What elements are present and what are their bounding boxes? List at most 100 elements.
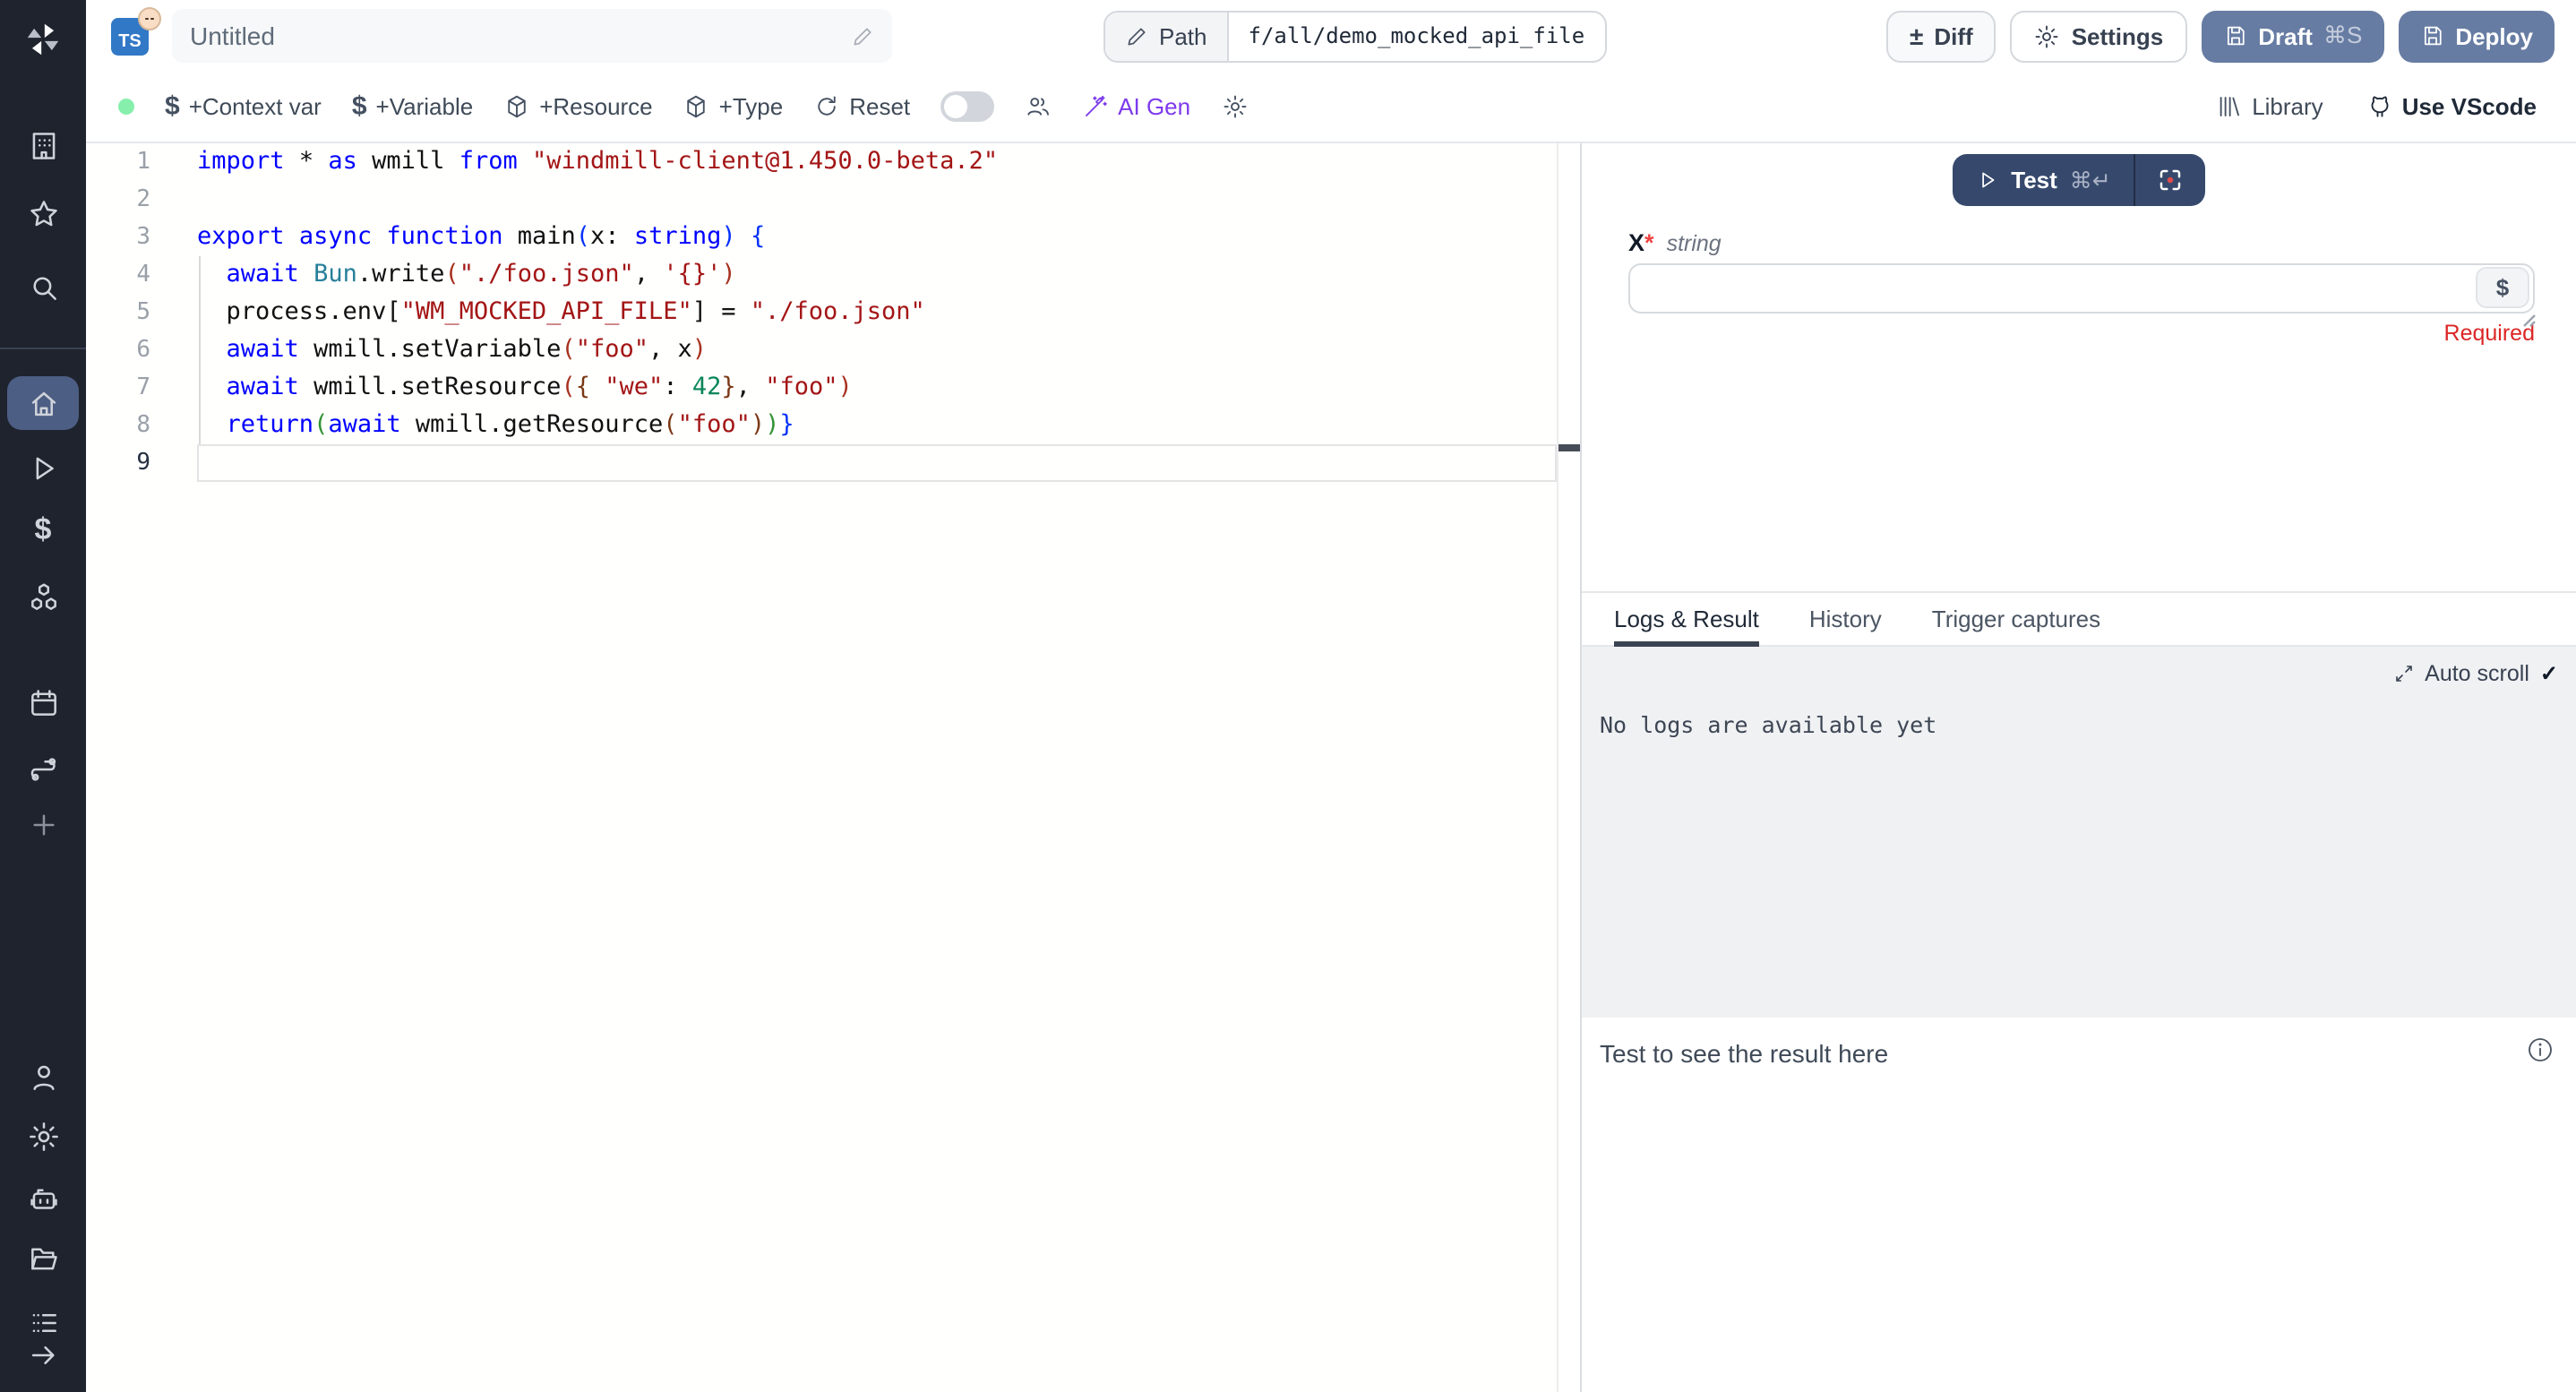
save-icon — [2222, 23, 2247, 48]
test-button-group: Test ⌘↵ — [1952, 154, 2206, 206]
auto-scroll-label[interactable]: Auto scroll — [2425, 661, 2529, 686]
code-line-5[interactable]: 5 process.env["WM_MOCKED_API_FILE"] = ".… — [86, 294, 1580, 331]
sidebar-item-user[interactable] — [7, 1050, 79, 1104]
beta-baby-emoji-icon — [138, 6, 161, 30]
sidebar-item-triggers[interactable] — [7, 742, 79, 795]
test-button[interactable]: Test ⌘↵ — [1952, 154, 2134, 206]
diff-mode-toggle[interactable] — [940, 91, 994, 122]
result-panel: Test to see the result here — [1582, 1018, 2576, 1392]
tab-trigger-captures[interactable]: Trigger captures — [1932, 593, 2100, 645]
settings-button[interactable]: Settings — [2011, 10, 2187, 62]
add-context-var-button[interactable]: $ +Context var — [165, 91, 322, 122]
arg-input-wrap: $ — [1628, 263, 2535, 314]
sidebar-item-ai-assistant[interactable] — [7, 1172, 79, 1225]
line-number: 9 — [86, 444, 197, 482]
script-path: f/all/demo_mocked_api_file — [1229, 12, 1605, 60]
sidebar-add-icon[interactable] — [7, 797, 79, 851]
info-icon[interactable] — [2526, 1035, 2555, 1073]
sidebar-item-schedules[interactable] — [7, 675, 79, 729]
package-icon — [503, 93, 530, 120]
code-line-3[interactable]: 3export async function main(x: string) { — [86, 219, 1580, 256]
windmill-script-editor: $ TS — [0, 0, 2576, 1392]
cursor-position-marker — [1558, 444, 1580, 451]
line-number: 8 — [86, 407, 197, 444]
add-resource-button[interactable]: +Resource — [503, 93, 652, 120]
sidebar-item-home[interactable] — [7, 376, 79, 430]
edit-path-button[interactable]: Path — [1105, 12, 1229, 60]
code-line-6[interactable]: 6 await wmill.setVariable("foo", x) — [86, 331, 1580, 369]
code-text: await wmill.setVariable("foo", x) — [197, 331, 1557, 369]
viewfinder-record-icon — [2158, 167, 2185, 193]
sidebar-item-variables[interactable]: $ — [7, 503, 79, 557]
edit-title-pencil-icon[interactable] — [851, 24, 874, 47]
search-icon[interactable] — [7, 260, 79, 314]
multiplayer-users-icon[interactable] — [1025, 93, 1052, 120]
sidebar: $ — [0, 0, 86, 1392]
status-green-dot — [118, 99, 134, 115]
code-line-9[interactable]: 9 — [86, 444, 1580, 482]
reset-button[interactable]: Reset — [813, 93, 910, 120]
line-number: 5 — [86, 294, 197, 331]
code-line-2[interactable]: 2 — [86, 181, 1580, 219]
test-shortcut: ⌘↵ — [2070, 167, 2111, 193]
code-lines: 1import * as wmill from "windmill-client… — [86, 143, 1580, 482]
dollar-icon: $ — [165, 91, 180, 122]
ai-gen-button[interactable]: AI Gen — [1082, 93, 1190, 120]
windmill-logo-icon[interactable] — [7, 13, 79, 66]
code-text: await wmill.setResource({ "we": 42}, "fo… — [197, 369, 1557, 407]
add-variable-button[interactable]: $ +Variable — [352, 91, 473, 122]
path-pencil-icon — [1125, 24, 1148, 47]
line-number: 1 — [86, 143, 197, 181]
sidebar-item-settings[interactable] — [7, 1109, 79, 1163]
code-text: return(await wmill.getResource("foo"))} — [197, 407, 1557, 444]
code-text: process.env["WM_MOCKED_API_FILE"] = "./f… — [197, 294, 1557, 331]
auto-scroll-checkmark[interactable]: ✓ — [2540, 661, 2558, 686]
arg-type-label: string — [1667, 231, 1722, 256]
code-line-7[interactable]: 7 await wmill.setResource({ "we": 42}, "… — [86, 369, 1580, 407]
sidebar-expand-arrow-icon[interactable] — [7, 1328, 79, 1381]
code-text: export async function main(x: string) { — [197, 219, 1557, 256]
indent-guide — [199, 256, 201, 444]
code-line-4[interactable]: 4 await Bun.write("./foo.json", '{}') — [86, 256, 1580, 294]
line-number: 4 — [86, 256, 197, 294]
resize-handle-icon[interactable] — [2520, 305, 2537, 321]
code-editor[interactable]: 1import * as wmill from "windmill-client… — [86, 143, 1580, 1392]
sidebar-item-runs[interactable] — [7, 441, 79, 494]
library-icon — [2216, 93, 2243, 120]
refresh-icon — [813, 93, 840, 120]
typescript-language-badge: TS — [111, 17, 149, 55]
sidebar-item-resources[interactable] — [7, 570, 79, 623]
editor-scrollbar[interactable] — [1557, 143, 1580, 1392]
favorites-star-icon[interactable] — [7, 186, 79, 240]
workspace-icon[interactable] — [7, 118, 79, 172]
script-title-box[interactable]: Untitled — [172, 9, 892, 63]
code-line-8[interactable]: 8 return(await wmill.getResource("foo"))… — [86, 407, 1580, 444]
preview-panel: Test ⌘↵ X* string — [1580, 143, 2576, 1392]
tab-history[interactable]: History — [1809, 593, 1882, 645]
code-text: import * as wmill from "windmill-client@… — [197, 143, 1557, 181]
save-icon — [2419, 23, 2444, 48]
expand-logs-icon[interactable] — [2392, 663, 2414, 684]
tab-logs-result[interactable]: Logs & Result — [1614, 593, 1759, 645]
arg-name-label: X* — [1628, 229, 1654, 256]
code-text — [197, 444, 1557, 482]
add-type-button[interactable]: +Type — [683, 93, 784, 120]
script-title: Untitled — [190, 21, 851, 50]
capture-test-button[interactable] — [2136, 154, 2206, 206]
code-line-1[interactable]: 1import * as wmill from "windmill-client… — [86, 143, 1580, 181]
editor-settings-gear-icon[interactable] — [1221, 93, 1248, 120]
no-logs-message: No logs are available yet — [1600, 711, 2576, 738]
topbar-actions: ± Diff Settings Draft ⌘S Deploy — [1886, 10, 2555, 62]
topbar: TS Untitled Path f/all/demo_mocked_api_f… — [86, 0, 2576, 72]
arg-x-input[interactable] — [1628, 263, 2535, 314]
deploy-button[interactable]: Deploy — [2398, 10, 2555, 62]
code-text: await Bun.write("./foo.json", '{}') — [197, 256, 1557, 294]
sidebar-item-folders[interactable] — [7, 1231, 79, 1285]
required-hint: Required — [1582, 314, 2576, 346]
library-button[interactable]: Library — [2216, 93, 2323, 120]
use-vscode-button[interactable]: Use VScode — [2366, 93, 2537, 120]
insert-variable-dollar-button[interactable]: $ — [2476, 267, 2529, 308]
code-text — [197, 181, 1557, 219]
diff-button[interactable]: ± Diff — [1886, 10, 1996, 62]
draft-button[interactable]: Draft ⌘S — [2201, 10, 2383, 62]
